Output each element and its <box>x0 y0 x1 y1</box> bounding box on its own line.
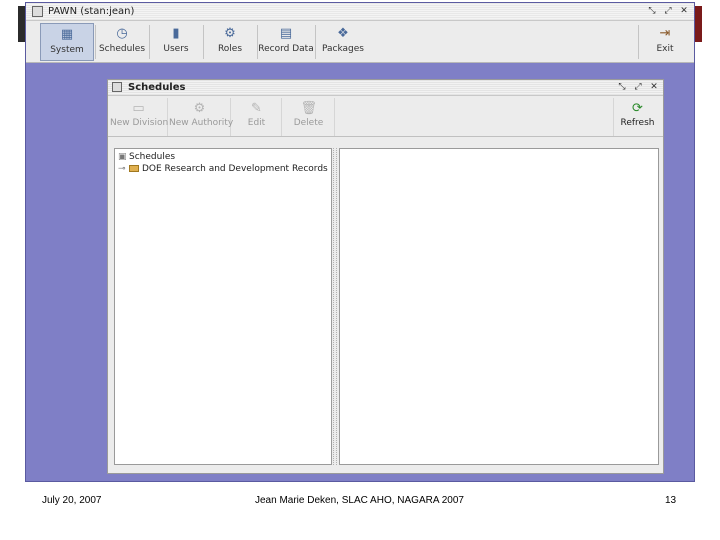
system-icon: ▦ <box>60 27 74 42</box>
schedules-toolbar: ▭ New Division ⚙ New Authority ✎ Edit 🗑 … <box>108 97 663 137</box>
toolbar-roles-button[interactable]: ⚙ Roles <box>204 23 256 61</box>
toolbar-record-data-button[interactable]: ▤ Record Data <box>258 23 314 61</box>
split-pane-divider[interactable] <box>333 148 337 465</box>
delete-label: Delete <box>293 118 324 128</box>
toolbar-users-button[interactable]: ▮ Users <box>150 23 202 61</box>
toolbar-schedules-button[interactable]: ◷ Schedules <box>96 23 148 61</box>
new-division-icon: ▭ <box>132 101 145 116</box>
schedules-internal-window: Schedules ⤡ ⤢ ✕ ▭ New Division ⚙ New Aut… <box>107 79 664 474</box>
toolbar-exit-label: Exit <box>656 44 674 54</box>
new-authority-label: New Authority <box>169 118 234 128</box>
tree-root-label: Schedules <box>129 152 176 162</box>
users-icon: ▮ <box>172 26 180 41</box>
close-icon[interactable]: ✕ <box>678 6 690 17</box>
inner-close-icon[interactable]: ✕ <box>648 82 660 93</box>
schedules-tree[interactable]: ▣ Schedules ⊸ DOE Research and Development… <box>114 148 332 465</box>
toolbar-record-data-label: Record Data <box>258 44 314 54</box>
new-authority-button[interactable]: ⚙ New Authority <box>169 98 234 136</box>
schedules-window-icon <box>112 82 122 92</box>
pawn-application-window: PAWN (stan:jean) ⤡ ⤢ ✕ ▦ System ◷ Schedu… <box>25 2 695 482</box>
expand-handle-icon[interactable]: ⊸ <box>118 163 129 175</box>
tree-root-icon: ▣ <box>118 152 127 162</box>
roles-icon: ⚙ <box>224 26 236 41</box>
exit-icon: ⇥ <box>659 26 671 41</box>
toolbar-users-label: Users <box>163 44 189 54</box>
schedules-icon: ◷ <box>116 26 128 41</box>
footer-page-number: 13 <box>665 495 677 506</box>
toolbar-roles-label: Roles <box>217 44 243 54</box>
schedule-detail-pane <box>339 148 659 465</box>
delete-button[interactable]: 🗑 Delete <box>283 98 335 136</box>
schedules-window-title: Schedules <box>128 82 186 93</box>
tree-root-node[interactable]: ▣ Schedules <box>118 151 175 163</box>
app-toolbar: ▦ System ◷ Schedules ▮ Users ⚙ Roles ▤ R… <box>26 21 694 63</box>
packages-icon: ❖ <box>337 26 349 41</box>
app-titlebar[interactable]: PAWN (stan:jean) ⤡ ⤢ ✕ <box>26 3 694 21</box>
slide-accent-right <box>694 6 702 42</box>
record-data-icon: ▤ <box>279 26 293 41</box>
refresh-icon: ⟳ <box>632 101 643 116</box>
inner-restore-icon[interactable]: ⤡ <box>616 82 628 93</box>
footer-date: July 20, 2007 <box>42 495 102 506</box>
toolbar-separator <box>638 25 639 59</box>
folder-icon <box>129 165 139 172</box>
edit-label: Edit <box>247 118 266 128</box>
app-window-icon <box>32 6 43 17</box>
new-authority-icon: ⚙ <box>193 101 206 116</box>
schedules-titlebar[interactable]: Schedules ⤡ ⤢ ✕ <box>108 80 663 96</box>
toolbar-system-button[interactable]: ▦ System <box>40 23 94 61</box>
toolbar-packages-label: Packages <box>322 44 364 54</box>
maximize-icon[interactable]: ⤢ <box>662 6 674 17</box>
refresh-label: Refresh <box>620 118 655 128</box>
toolbar-packages-button[interactable]: ❖ Packages <box>316 23 370 61</box>
footer-presenter: Jean Marie Deken, SLAC AHO, NAGARA 2007 <box>255 495 464 506</box>
delete-icon: 🗑 <box>300 101 318 116</box>
toolbar-schedules-label: Schedules <box>98 44 146 54</box>
restore-icon[interactable]: ⤡ <box>646 6 658 17</box>
new-division-label: New Division <box>110 118 169 128</box>
tree-node-label: DOE Research and Development Records <box>142 164 328 174</box>
tree-node-doe-records[interactable]: ⊸ DOE Research and Development Records <box>118 163 328 175</box>
toolbar-system-label: System <box>50 45 84 55</box>
app-title: PAWN (stan:jean) <box>48 6 135 17</box>
refresh-button[interactable]: ⟳ Refresh <box>613 98 661 136</box>
edit-icon: ✎ <box>251 101 262 116</box>
new-division-button[interactable]: ▭ New Division <box>110 98 168 136</box>
toolbar-exit-button[interactable]: ⇥ Exit <box>642 23 688 61</box>
edit-button[interactable]: ✎ Edit <box>232 98 282 136</box>
inner-maximize-icon[interactable]: ⤢ <box>632 82 644 93</box>
